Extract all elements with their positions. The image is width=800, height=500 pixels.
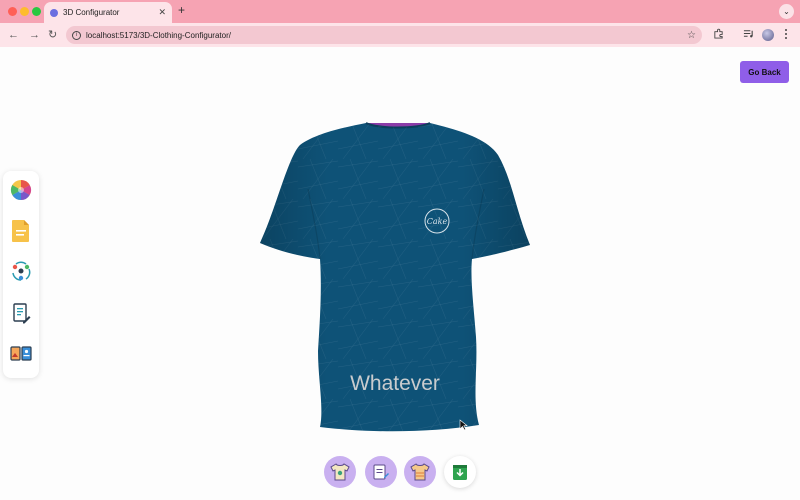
- browser-tab-active[interactable]: 3D Configurator ✕: [44, 2, 172, 23]
- extensions-icon[interactable]: [713, 28, 724, 44]
- color-wheel-icon: [10, 179, 32, 201]
- sidebar-item-text-editor[interactable]: [9, 300, 33, 326]
- address-bar[interactable]: i localhost:5173/3D-Clothing-Configurato…: [66, 26, 702, 44]
- window-zoom-control[interactable]: [32, 7, 41, 16]
- media-control-icon[interactable]: [743, 28, 754, 44]
- filter-tabs-bar: [318, 449, 480, 495]
- download-icon: [453, 465, 467, 480]
- shirt-text-icon: [373, 464, 389, 480]
- reload-button[interactable]: ↻: [48, 28, 57, 42]
- tab-title: 3D Configurator: [63, 8, 120, 17]
- window-minimize-control[interactable]: [20, 7, 29, 16]
- image-gallery-icon: [10, 346, 32, 361]
- shirt-logo-icon: [330, 463, 350, 481]
- tab-search-button[interactable]: ⌄: [779, 4, 794, 19]
- site-info-icon[interactable]: i: [72, 30, 81, 40]
- tab-logo-shirt[interactable]: [324, 456, 356, 488]
- new-tab-button[interactable]: +: [178, 3, 185, 17]
- document-icon: [12, 220, 29, 242]
- tab-pattern-shirt[interactable]: [404, 456, 436, 488]
- browser-tab-bar: 3D Configurator ✕ + ⌄: [0, 0, 800, 23]
- go-back-button[interactable]: Go Back: [740, 61, 789, 83]
- sidebar-item-ai-picker[interactable]: [9, 259, 33, 285]
- svg-text:Cake: Cake: [427, 217, 448, 226]
- ai-recycle-icon: [12, 261, 31, 281]
- sidebar-item-file-picker[interactable]: [9, 218, 33, 244]
- browser-toolbar: ← → ↻ i localhost:5173/3D-Clothing-Confi…: [0, 23, 800, 47]
- url-text: localhost:5173/3D-Clothing-Configurator/: [86, 30, 231, 40]
- text-edit-icon: [13, 303, 31, 324]
- tshirt-3d-model[interactable]: Cake Whatever: [258, 119, 533, 437]
- back-button[interactable]: ←: [8, 28, 19, 42]
- profile-avatar[interactable]: [762, 29, 774, 41]
- shirt-print-text: Whatever: [350, 372, 440, 395]
- sidebar-item-color-picker[interactable]: [9, 177, 33, 203]
- configurator-canvas[interactable]: Go Back Cake Whatever: [0, 47, 800, 500]
- forward-button[interactable]: →: [29, 28, 40, 42]
- shirt-pattern-icon: [410, 463, 430, 481]
- tab-text-shirt[interactable]: [365, 456, 397, 488]
- bookmark-star-icon[interactable]: ☆: [687, 30, 696, 41]
- editor-tabs-sidebar: [3, 171, 39, 378]
- tab-close-icon[interactable]: ✕: [158, 7, 166, 18]
- download-button[interactable]: [444, 456, 476, 488]
- browser-menu-icon[interactable]: [784, 28, 788, 45]
- favicon-icon: [50, 8, 58, 17]
- sidebar-item-image-picker[interactable]: [9, 341, 33, 367]
- window-close-control[interactable]: [8, 7, 17, 16]
